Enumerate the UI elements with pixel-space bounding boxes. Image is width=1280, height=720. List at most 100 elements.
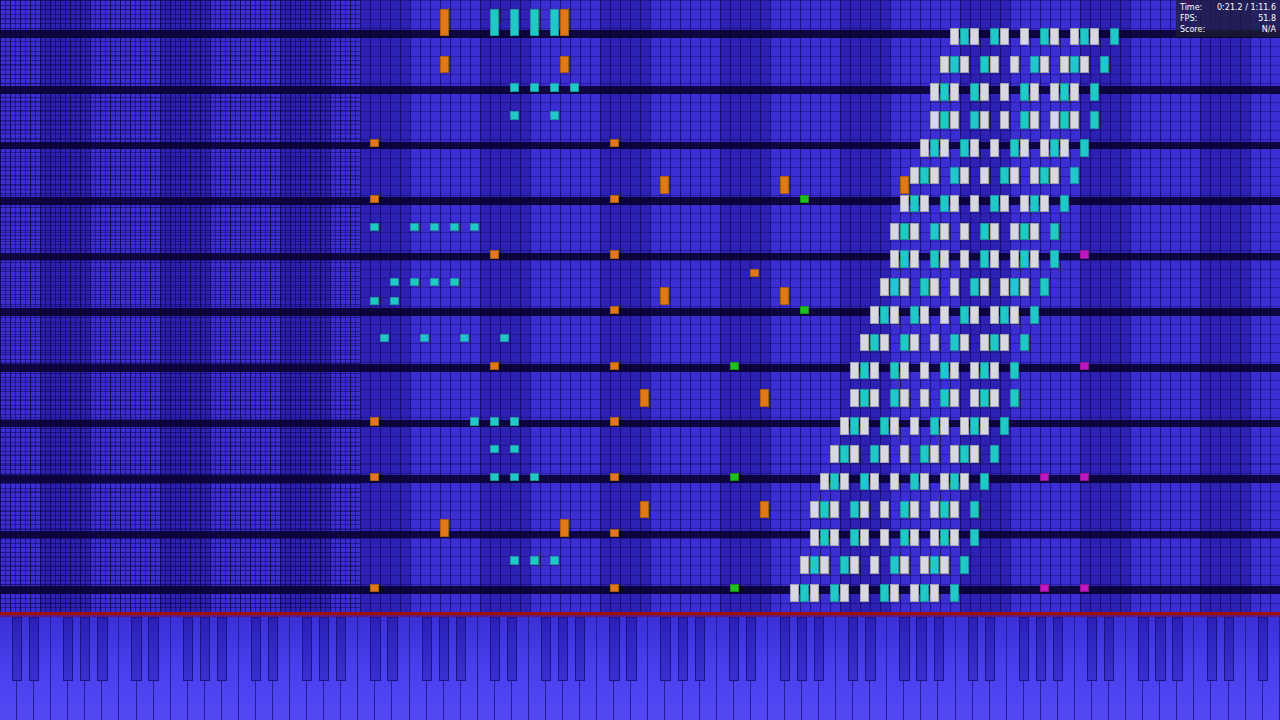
black-key[interactable] bbox=[29, 617, 39, 681]
note bbox=[610, 473, 619, 481]
black-key[interactable] bbox=[678, 617, 688, 681]
black-key[interactable] bbox=[660, 617, 670, 681]
note bbox=[530, 473, 539, 481]
black-key[interactable] bbox=[695, 617, 705, 681]
note bbox=[970, 278, 979, 296]
note bbox=[1030, 56, 1039, 74]
note bbox=[830, 473, 839, 491]
note bbox=[990, 56, 999, 74]
black-key[interactable] bbox=[916, 617, 926, 681]
note bbox=[850, 445, 859, 463]
black-key[interactable] bbox=[200, 617, 210, 681]
black-key[interactable] bbox=[985, 617, 995, 681]
note bbox=[1010, 389, 1019, 407]
note bbox=[960, 223, 969, 241]
black-key[interactable] bbox=[1207, 617, 1217, 681]
black-key[interactable] bbox=[97, 617, 107, 681]
black-key[interactable] bbox=[148, 617, 158, 681]
black-key[interactable] bbox=[797, 617, 807, 681]
black-key[interactable] bbox=[1087, 617, 1097, 681]
note bbox=[910, 223, 919, 241]
note bbox=[850, 556, 859, 574]
black-key[interactable] bbox=[1224, 617, 1234, 681]
note bbox=[990, 28, 999, 46]
note bbox=[1080, 28, 1089, 46]
black-key[interactable] bbox=[558, 617, 568, 681]
black-key[interactable] bbox=[1258, 617, 1268, 681]
black-key[interactable] bbox=[387, 617, 397, 681]
note bbox=[370, 139, 379, 147]
note bbox=[900, 176, 909, 194]
black-key[interactable] bbox=[80, 617, 90, 681]
black-key[interactable] bbox=[251, 617, 261, 681]
note bbox=[860, 334, 869, 352]
note bbox=[930, 111, 939, 129]
black-key[interactable] bbox=[63, 617, 73, 681]
note bbox=[1040, 584, 1049, 592]
note bbox=[900, 278, 909, 296]
black-key[interactable] bbox=[541, 617, 551, 681]
black-key[interactable] bbox=[302, 617, 312, 681]
note bbox=[1070, 111, 1079, 129]
note bbox=[1010, 139, 1019, 157]
black-key[interactable] bbox=[848, 617, 858, 681]
black-key[interactable] bbox=[183, 617, 193, 681]
black-key[interactable] bbox=[814, 617, 824, 681]
note bbox=[440, 56, 449, 74]
black-key[interactable] bbox=[746, 617, 756, 681]
note bbox=[830, 445, 839, 463]
note bbox=[430, 223, 439, 231]
note bbox=[930, 83, 939, 101]
black-key[interactable] bbox=[899, 617, 909, 681]
note bbox=[1030, 111, 1039, 129]
black-key[interactable] bbox=[336, 617, 346, 681]
note bbox=[920, 195, 929, 213]
black-key[interactable] bbox=[1019, 617, 1029, 681]
note bbox=[610, 306, 619, 314]
note bbox=[930, 529, 939, 547]
black-key[interactable] bbox=[1172, 617, 1182, 681]
note bbox=[1020, 83, 1029, 101]
note bbox=[990, 362, 999, 380]
note bbox=[860, 584, 869, 602]
black-key[interactable] bbox=[780, 617, 790, 681]
black-key[interactable] bbox=[131, 617, 141, 681]
note bbox=[780, 287, 789, 305]
black-key[interactable] bbox=[968, 617, 978, 681]
black-key[interactable] bbox=[1155, 617, 1165, 681]
note bbox=[840, 556, 849, 574]
note bbox=[930, 167, 939, 185]
note bbox=[930, 334, 939, 352]
black-key[interactable] bbox=[319, 617, 329, 681]
note bbox=[850, 362, 859, 380]
note bbox=[1020, 28, 1029, 46]
note bbox=[610, 362, 619, 370]
note bbox=[1090, 28, 1099, 46]
black-key[interactable] bbox=[575, 617, 585, 681]
black-key[interactable] bbox=[456, 617, 466, 681]
black-key[interactable] bbox=[1104, 617, 1114, 681]
black-key[interactable] bbox=[1053, 617, 1063, 681]
note bbox=[370, 195, 379, 203]
black-key[interactable] bbox=[422, 617, 432, 681]
black-key[interactable] bbox=[268, 617, 278, 681]
black-key[interactable] bbox=[626, 617, 636, 681]
black-key[interactable] bbox=[1138, 617, 1148, 681]
black-key[interactable] bbox=[370, 617, 380, 681]
note bbox=[1040, 28, 1049, 46]
black-key[interactable] bbox=[865, 617, 875, 681]
black-key[interactable] bbox=[609, 617, 619, 681]
black-key[interactable] bbox=[1036, 617, 1046, 681]
black-key[interactable] bbox=[12, 617, 22, 681]
note bbox=[860, 362, 869, 380]
note bbox=[460, 334, 469, 342]
black-key[interactable] bbox=[729, 617, 739, 681]
black-key[interactable] bbox=[934, 617, 944, 681]
black-key[interactable] bbox=[439, 617, 449, 681]
black-key[interactable] bbox=[507, 617, 517, 681]
note bbox=[1070, 56, 1079, 74]
black-key[interactable] bbox=[490, 617, 500, 681]
black-key[interactable] bbox=[217, 617, 227, 681]
note bbox=[950, 83, 959, 101]
note bbox=[980, 389, 989, 407]
